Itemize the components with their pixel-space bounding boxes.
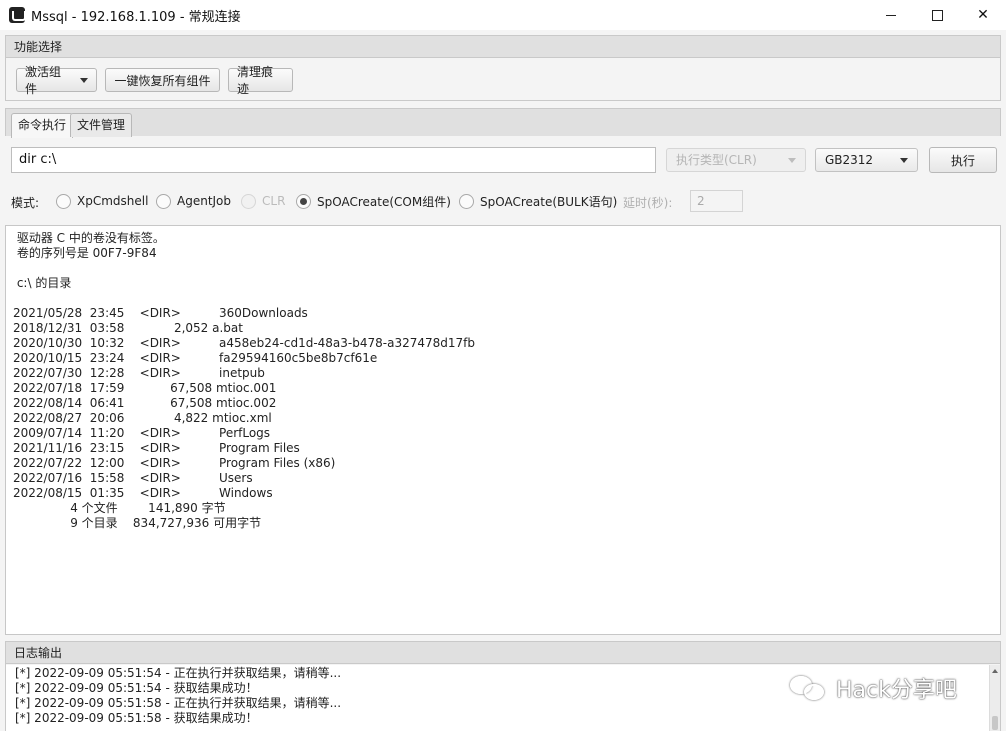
output-line: 驱动器 C 中的卷没有标签。 <box>13 231 165 245</box>
title-bar: Mssql - 192.168.1.109 - 常规连接 ✕ <box>0 0 1006 30</box>
output-line: 卷的序列号是 00F7-9F84 <box>13 246 157 260</box>
radio-spoacreate-bulk[interactable]: SpOACreate(BULK语句) <box>459 193 617 209</box>
output-line: 2022/07/22 12:00 <DIR> Program Files (x8… <box>13 456 336 470</box>
radio-indicator <box>156 193 171 209</box>
activate-component-dropdown[interactable]: 激活组件 <box>16 65 97 96</box>
radio-agentjob[interactable]: AgentJob <box>156 193 231 209</box>
output-line: 2018/12/31 03:58 2,052 a.bat <box>13 321 243 335</box>
watermark: Hack分享吧 <box>790 672 957 704</box>
maximize-button[interactable] <box>914 0 960 30</box>
output-line: 2021/11/16 23:15 <DIR> Program Files <box>13 441 300 455</box>
minimize-button[interactable] <box>868 0 914 30</box>
output-line: c:\ 的目录 <box>13 276 72 290</box>
activate-component-label: 激活组件 <box>25 65 62 96</box>
output-line: 2009/07/14 11:20 <DIR> PerfLogs <box>13 426 271 440</box>
radio-indicator <box>241 193 256 209</box>
chevron-down-icon <box>788 158 796 163</box>
radio-spoacreate-com-label: SpOACreate(COM组件) <box>317 194 451 209</box>
output-line: 2021/05/28 23:45 <DIR> 360Downloads <box>13 306 308 320</box>
mode-label: 模式: <box>11 196 40 210</box>
output-line: 2022/07/18 17:59 67,508 mtioc.001 <box>13 381 277 395</box>
execute-button[interactable]: 执行 <box>929 147 997 173</box>
radio-xpcmdshell[interactable]: XpCmdshell <box>56 193 148 209</box>
mode-row: 模式: XpCmdshell AgentJob CLR SpOACreate(C… <box>11 190 1001 212</box>
window-controls: ✕ <box>868 0 1006 30</box>
radio-indicator <box>296 193 311 209</box>
encoding-select[interactable]: GB2312 <box>815 148 918 172</box>
scroll-thumb[interactable] <box>992 716 998 730</box>
clean-traces-label: 清理痕迹 <box>237 65 274 96</box>
output-line: 2022/07/16 15:58 <DIR> Users <box>13 471 253 485</box>
output-line: 2022/07/30 12:28 <DIR> inetpub <box>13 366 265 380</box>
delay-label: 延时(秒): <box>623 196 673 210</box>
radio-spoacreate-com[interactable]: SpOACreate(COM组件) <box>296 193 451 209</box>
window-title: Mssql - 192.168.1.109 - 常规连接 <box>31 9 241 25</box>
watermark-text: Hack分享吧 <box>836 678 957 703</box>
radio-spoacreate-bulk-label: SpOACreate(BULK语句) <box>480 194 618 209</box>
tab-command-exec[interactable]: 命令执行 <box>11 113 74 138</box>
close-icon: ✕ <box>977 7 989 23</box>
chevron-down-icon <box>900 158 908 163</box>
restore-all-components-button[interactable]: 一键恢复所有组件 <box>105 68 220 92</box>
log-scrollbar[interactable] <box>989 665 1000 731</box>
encoding-label: GB2312 <box>825 153 874 167</box>
app-logo-icon <box>9 7 26 23</box>
radio-indicator <box>56 193 71 209</box>
radio-indicator <box>459 193 474 209</box>
output-line: 2020/10/30 10:32 <DIR> a458eb24-cd1d-48a… <box>13 336 475 350</box>
log-line: [*] 2022-09-09 05:51:58 - 获取结果成功！ <box>15 711 258 725</box>
output-line: 2022/08/14 06:41 67,508 mtioc.002 <box>13 396 277 410</box>
wechat-icon <box>790 674 828 702</box>
clean-traces-button[interactable]: 清理痕迹 <box>228 65 293 96</box>
tab-command-exec-label: 命令执行 <box>18 118 67 132</box>
execute-label: 执行 <box>950 153 975 168</box>
radio-xpcmdshell-label: XpCmdshell <box>77 194 149 208</box>
output-line: 9 个目录 834,727,936 可用字节 <box>13 516 262 530</box>
tab-file-manager[interactable]: 文件管理 <box>70 113 133 137</box>
output-line: 4 个文件 141,890 字节 <box>13 501 226 515</box>
exec-type-label: 执行类型(CLR) <box>676 153 757 167</box>
output-line: 2020/10/15 23:24 <DIR> fa29594160c5be8b7… <box>13 351 378 365</box>
function-panel: 功能选择 激活组件 一键恢复所有组件 清理痕迹 <box>5 35 1001 101</box>
log-panel-header: 日志输出 <box>6 642 1000 664</box>
function-panel-header: 功能选择 <box>6 36 1000 58</box>
chevron-down-icon <box>80 77 88 83</box>
radio-clr: CLR <box>241 193 285 209</box>
restore-all-label: 一键恢复所有组件 <box>114 73 211 88</box>
output-line: 2022/08/27 20:06 4,822 mtioc.xml <box>13 411 272 425</box>
delay-input: 2 <box>690 190 743 212</box>
radio-clr-label: CLR <box>262 194 286 208</box>
close-button[interactable]: ✕ <box>960 0 1006 30</box>
radio-agentjob-label: AgentJob <box>177 194 232 208</box>
output-line: 2022/08/15 01:35 <DIR> Windows <box>13 486 273 500</box>
command-input[interactable]: dir c:\ <box>11 147 656 173</box>
scroll-up-icon[interactable] <box>992 669 998 673</box>
tab-file-manager-label: 文件管理 <box>77 118 126 132</box>
tab-bar: 命令执行 文件管理 <box>5 108 1001 138</box>
command-output[interactable]: 驱动器 C 中的卷没有标签。 卷的序列号是 00F7-9F84 c:\ 的目录 2… <box>5 225 1001 635</box>
exec-type-select: 执行类型(CLR) <box>666 148 806 172</box>
